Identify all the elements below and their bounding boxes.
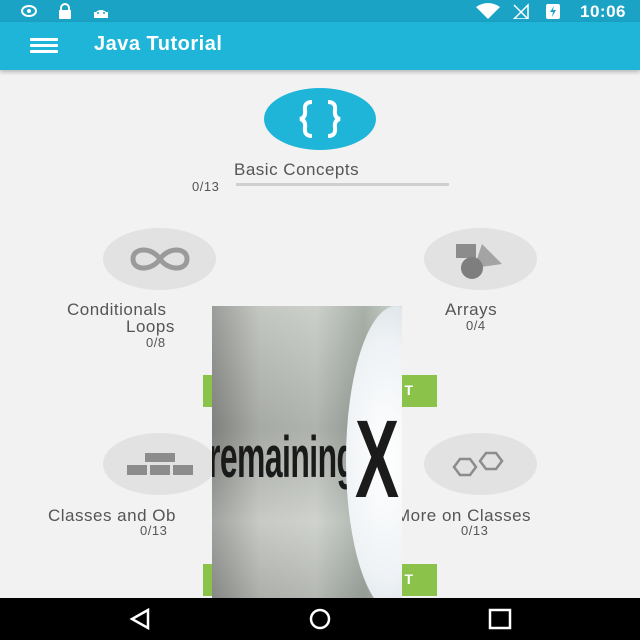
menu-icon xyxy=(30,38,58,41)
topic-arrays-button[interactable] xyxy=(424,228,537,290)
topic-label-line2: Loops xyxy=(126,317,175,336)
infinity-icon xyxy=(130,247,190,271)
menu-icon-line xyxy=(30,50,58,53)
status-time: 10:06 xyxy=(580,2,626,21)
app-bar: Java Tutorial xyxy=(0,22,640,70)
menu-icon-line xyxy=(30,44,58,47)
start-button-label: T xyxy=(404,571,413,587)
wifi-icon xyxy=(476,3,500,19)
sync-icon xyxy=(21,5,37,17)
shapes-icon xyxy=(456,244,502,279)
topic-more-classes-button[interactable] xyxy=(424,433,537,495)
ad-overlay[interactable]: remaining X xyxy=(212,306,402,614)
topic-progress: 0/4 xyxy=(466,318,486,333)
topic-basic-concepts-button[interactable] xyxy=(264,88,376,150)
close-icon[interactable]: X xyxy=(355,396,399,523)
ad-text: remaining xyxy=(212,425,356,490)
page-title: Java Tutorial xyxy=(94,33,223,55)
topic-progress: 0/13 xyxy=(140,523,168,538)
home-icon[interactable] xyxy=(306,607,334,631)
braces-icon xyxy=(299,100,341,138)
topic-progress: 0/13 xyxy=(192,179,220,194)
progress-bar xyxy=(236,183,449,186)
no-signal-icon xyxy=(512,3,529,19)
menu-button[interactable] xyxy=(24,34,64,58)
topic-progress: 0/8 xyxy=(146,335,166,350)
bricks-icon xyxy=(127,453,193,475)
android-icon xyxy=(94,10,108,18)
recents-icon[interactable] xyxy=(486,607,514,631)
topic-label: Arrays xyxy=(445,300,498,319)
hexagons-icon xyxy=(452,451,504,477)
topic-classes-button[interactable] xyxy=(103,433,216,495)
start-button-label: T xyxy=(404,382,413,398)
topic-label: Basic Concepts xyxy=(234,160,360,179)
topic-conditionals-button[interactable] xyxy=(103,228,216,290)
topic-progress: 0/13 xyxy=(461,523,489,538)
lock-icon xyxy=(59,3,71,19)
back-icon[interactable] xyxy=(126,607,154,631)
navigation-bar xyxy=(0,598,640,640)
battery-charging-icon xyxy=(546,4,560,19)
status-bar: 10:06 xyxy=(0,0,640,22)
